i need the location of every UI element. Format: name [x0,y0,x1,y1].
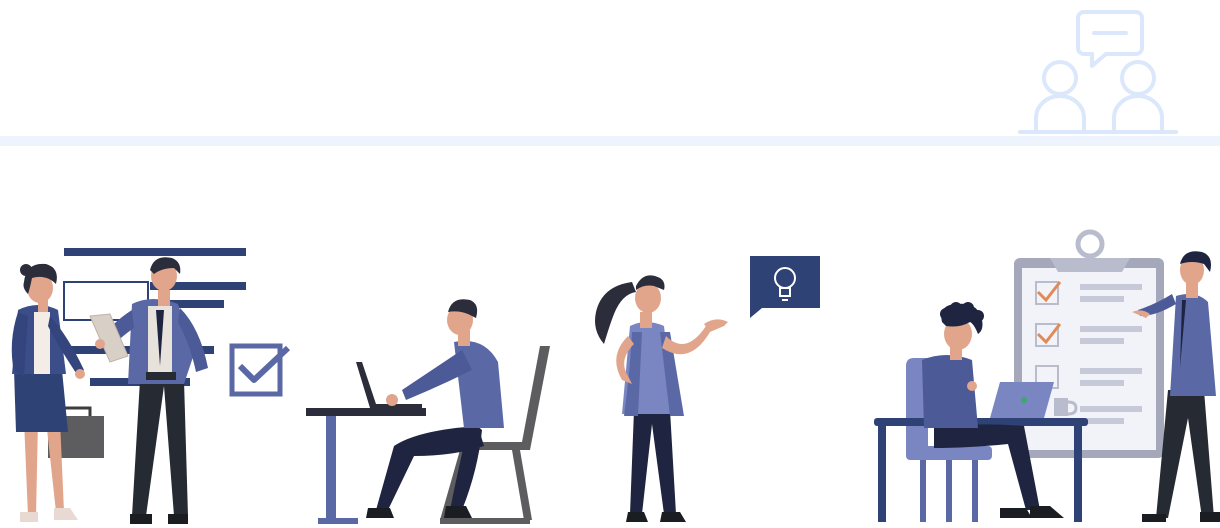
desk-top [306,408,426,416]
header-band [0,136,1220,146]
scene-laptop-worker [306,299,550,524]
lightbulb-icon [750,256,820,318]
office-illustration [0,0,1220,528]
scene-idea-woman [595,256,820,522]
checkbox-icon [229,343,291,397]
woman-with-briefcase [11,263,104,522]
scene-clipboard-meeting [874,229,1220,522]
coffee-mug [1054,398,1068,416]
people-chat-icon [1018,10,1178,134]
scene-handshake [11,248,291,524]
